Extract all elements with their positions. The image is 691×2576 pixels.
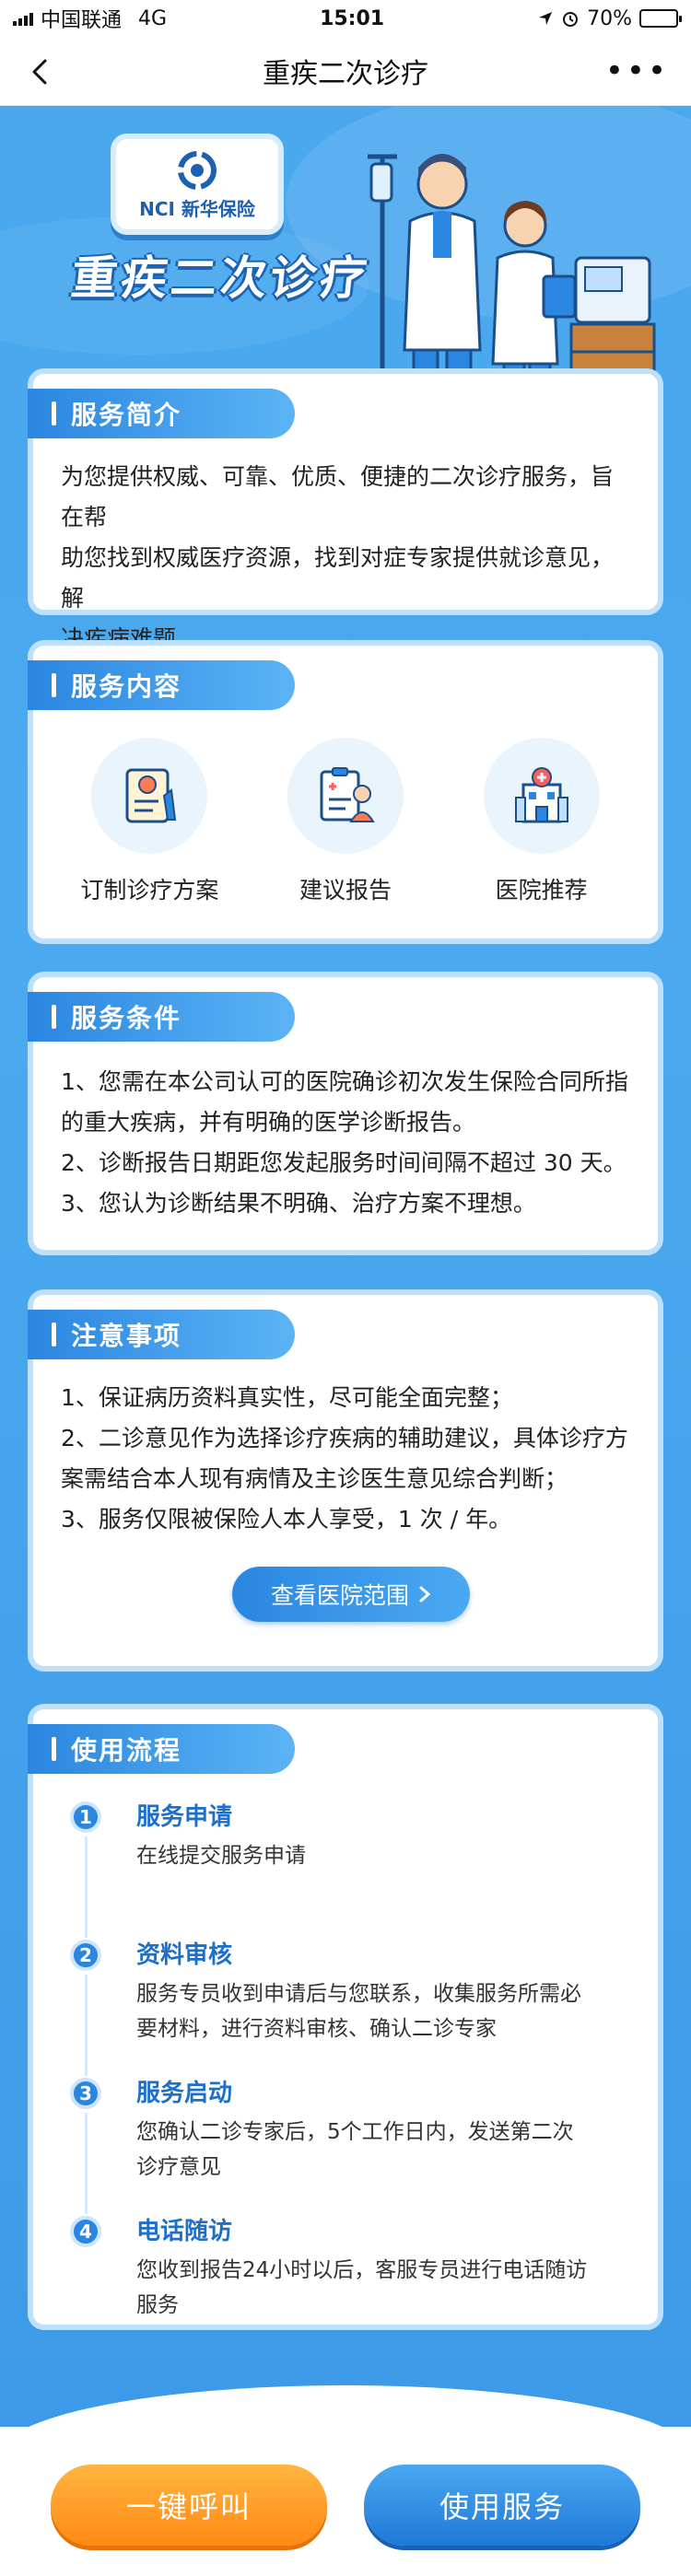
battery-icon: [639, 9, 682, 28]
use-service-button[interactable]: 使用服务: [364, 2465, 640, 2546]
nci-logo-icon: [178, 150, 217, 190]
condition-line: 2、诊断报告日期距您发起服务时间间隔不超过 30 天。: [61, 1149, 627, 1176]
view-hospitals-button[interactable]: 查看医院范围: [232, 1567, 470, 1622]
step-number: 1: [70, 1801, 101, 1833]
brand-sign: NCI 新华保险: [111, 134, 284, 235]
service-item-treatment-plan[interactable]: 订制诊疗方案: [57, 738, 241, 905]
status-right: 70%: [537, 6, 682, 30]
condition-line: 3、您认为诊断结果不明确、治疗方案不理想。: [61, 1190, 536, 1217]
intro-card: 服务简介 为您提供权威、可靠、优质、便捷的二次诊疗服务，旨在帮 助您找到权威医疗…: [28, 368, 663, 652]
step-connector: [85, 1975, 88, 2076]
note-line: 2、二诊意见作为选择诊疗疾病的辅助建议，具体诊疗方: [61, 1425, 628, 1451]
service-label: 订制诊疗方案: [80, 877, 219, 903]
notes-card: 注意事项 1、保证病历资料真实性，尽可能全面完整； 2、二诊意见作为选择诊疗疾病…: [28, 1289, 663, 1672]
intro-heading: 服务简介: [28, 389, 295, 438]
conditions-text: 1、您需在本公司认可的医院确诊初次发生保险合同所指 的重大疾病，并有明确的医学诊…: [61, 1062, 630, 1224]
step-desc-line: 在线提交服务申请: [136, 1844, 306, 1868]
nav-bar: 重疾二次诊疗 •••: [0, 37, 691, 106]
conditions-heading-text: 服务条件: [71, 1003, 182, 1033]
network-type: 4G: [138, 6, 168, 30]
service-label: 医院推荐: [495, 877, 588, 903]
step-title: 电话随访: [136, 2218, 233, 2245]
notes-heading-text: 注意事项: [71, 1321, 182, 1351]
alarm-icon: [563, 12, 579, 27]
status-left: 中国联通 4G: [13, 4, 167, 33]
intro-line: 为您提供权威、可靠、优质、便捷的二次诊疗服务，旨在帮: [61, 463, 615, 530]
service-item-hospital[interactable]: 医院推荐: [450, 738, 634, 905]
step-number: 3: [70, 2078, 101, 2109]
step-description: 在线提交服务申请: [136, 1838, 630, 1873]
step-description: 服务专员收到申请后与您联系，收集服务所需必 要材料，进行资料审核、确认二诊专家: [136, 1976, 630, 2046]
step-desc-line: 要材料，进行资料审核、确认二诊专家: [136, 2017, 497, 2041]
process-step: 3 服务启动 您确认二诊专家后，5个工作日内，发送第二次 诊疗意见: [70, 2078, 630, 2216]
chevron-right-icon: [419, 1586, 431, 1603]
step-connector: [85, 2113, 88, 2214]
carrier-name: 中国联通: [41, 9, 123, 32]
hospital-icon: [483, 738, 600, 854]
conditions-heading: 服务条件: [28, 992, 295, 1042]
process-steps: 1 服务申请 在线提交服务申请 2 资料审核 服务专员收到申请后与您联系，收集服…: [70, 1801, 630, 2354]
note-line: 案需结合本人现有病情及主诊医生意见综合判断；: [61, 1465, 568, 1492]
step-desc-line: 服务: [136, 2293, 179, 2317]
battery-percent: 70%: [587, 6, 632, 30]
process-heading-text: 使用流程: [71, 1735, 182, 1766]
more-menu-icon[interactable]: •••: [605, 55, 669, 87]
intro-line: 助您找到权威医疗资源，找到对症专家提供就诊意见，解: [61, 544, 615, 612]
step-connector: [85, 1836, 88, 1938]
intro-heading-text: 服务简介: [71, 400, 182, 430]
signal-icon: [13, 11, 33, 26]
service-label: 建议报告: [299, 877, 392, 903]
process-step: 1 服务申请 在线提交服务申请: [70, 1801, 630, 1940]
intro-text: 为您提供权威、可靠、优质、便捷的二次诊疗服务，旨在帮 助您找到权威医疗资源，找到…: [61, 457, 630, 659]
note-line: 3、服务仅限被保险人本人享受，1 次 / 年。: [61, 1506, 512, 1533]
note-line: 1、保证病历资料真实性，尽可能全面完整；: [61, 1384, 513, 1411]
process-step: 2 资料审核 服务专员收到申请后与您联系，收集服务所需必 要材料，进行资料审核、…: [70, 1940, 630, 2078]
service-item-report[interactable]: 建议报告: [253, 738, 438, 905]
page-title: 重疾二次诊疗: [263, 58, 428, 90]
treatment-plan-icon: [91, 738, 208, 854]
process-heading: 使用流程: [28, 1724, 295, 1774]
location-icon: [539, 12, 553, 25]
condition-line: 的重大疾病，并有明确的医学诊断报告。: [61, 1109, 476, 1136]
one-click-call-button[interactable]: 一键呼叫: [51, 2465, 327, 2546]
step-desc-line: 诊疗意见: [136, 2155, 221, 2179]
step-title: 资料审核: [136, 1941, 233, 1969]
condition-line: 1、您需在本公司认可的医院确诊初次发生保险合同所指: [61, 1068, 628, 1095]
step-desc-line: 您收到报告24小时以后，客服专员进行电话随访: [136, 2258, 588, 2282]
service-conditions-card: 服务条件 1、您需在本公司认可的医院确诊初次发生保险合同所指 的重大疾病，并有明…: [28, 972, 663, 1255]
bottom-action-bar: 一键呼叫 使用服务: [0, 2431, 691, 2576]
content-heading-text: 服务内容: [71, 671, 182, 702]
content-heading: 服务内容: [28, 660, 295, 710]
clock: 15:01: [320, 6, 385, 30]
service-content-card: 服务内容 订制诊疗方案 建议报告 医院推荐: [28, 640, 663, 944]
step-description: 您确认二诊专家后，5个工作日内，发送第二次 诊疗意见: [136, 2115, 630, 2185]
step-desc-line: 您确认二诊专家后，5个工作日内，发送第二次: [136, 2120, 574, 2144]
back-arrow-icon[interactable]: [22, 53, 59, 90]
step-description: 您收到报告24小时以后，客服专员进行电话随访 服务: [136, 2253, 630, 2323]
status-bar: 中国联通 4G 15:01 70%: [0, 0, 691, 37]
notes-text: 1、保证病历资料真实性，尽可能全面完整； 2、二诊意见作为选择诊疗疾病的辅助建议…: [61, 1378, 630, 1540]
hero-title: 重疾二次诊疗: [68, 251, 373, 305]
step-title: 服务申请: [136, 1803, 233, 1831]
step-desc-line: 服务专员收到申请后与您联系，收集服务所需必: [136, 1982, 581, 2006]
step-number: 2: [70, 1940, 101, 1971]
step-title: 服务启动: [136, 2080, 233, 2107]
view-hospitals-label: 查看医院范围: [270, 1582, 409, 1609]
step-number: 4: [70, 2216, 101, 2247]
report-icon: [287, 738, 404, 854]
process-card: 使用流程 1 服务申请 在线提交服务申请 2 资料审核 服务专员收到申请后与您联…: [28, 1704, 663, 2330]
process-step: 4 电话随访 您收到报告24小时以后，客服专员进行电话随访 服务: [70, 2216, 630, 2354]
notes-heading: 注意事项: [28, 1310, 295, 1359]
brand-logo-text: NCI 新华保险: [139, 197, 255, 220]
